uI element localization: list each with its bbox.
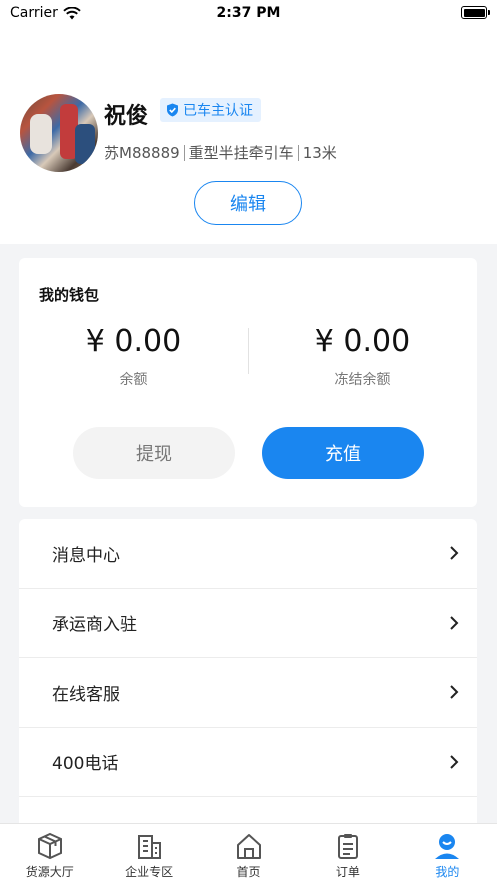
recharge-button[interactable]: 充值 [262, 427, 424, 479]
menu-list: 消息中心 承运商入驻 在线客服 400电话 [19, 519, 477, 823]
user-icon [435, 834, 460, 859]
balance-label: 余额 [119, 372, 148, 388]
menu-item-label: 消息中心 [52, 545, 120, 566]
tab-bar: 货源大厅 企业专区 首页 订单 我的 [0, 823, 497, 883]
menu-item-label: 承运商入驻 [52, 615, 137, 636]
chevron-right-icon [450, 685, 459, 699]
battery-icon [461, 6, 490, 19]
menu-item-label: 400电话 [52, 754, 119, 775]
menu-item-label: 在线客服 [52, 684, 120, 705]
shield-check-icon [167, 103, 178, 117]
withdraw-button[interactable]: 提现 [73, 427, 235, 479]
verified-badge: 已车主认证 [160, 98, 261, 122]
tab-orders[interactable]: 订单 [298, 824, 397, 883]
tab-label: 货源大厅 [25, 865, 74, 879]
menu-item-message-center[interactable]: 消息中心 [19, 519, 477, 589]
tab-label: 订单 [335, 865, 360, 879]
tab-home[interactable]: 首页 [199, 824, 298, 883]
chevron-right-icon [450, 546, 459, 560]
menu-item-hotline[interactable]: 400电话 [19, 728, 477, 797]
tab-mine[interactable]: 我的 [398, 824, 497, 883]
vehicle-type: 重型半挂牵引车 [188, 144, 294, 162]
divider [183, 144, 185, 161]
vehicle-length: 13米 [302, 144, 337, 162]
user-name: 祝俊 [104, 104, 149, 129]
frozen-column: ¥ 0.00 冻结余额 [248, 324, 477, 389]
menu-item-online-service[interactable]: 在线客服 [19, 658, 477, 728]
edit-button[interactable]: 编辑 [194, 181, 302, 225]
menu-item-carrier-join[interactable]: 承运商入驻 [19, 589, 477, 658]
tab-cargo-hall[interactable]: 货源大厅 [0, 824, 99, 883]
tab-label: 我的 [435, 865, 460, 879]
avatar[interactable] [20, 94, 98, 172]
frozen-amount: ¥ 0.00 [314, 324, 411, 359]
tab-label: 首页 [236, 865, 261, 879]
divider [297, 144, 299, 161]
balance-amount: ¥ 0.00 [85, 324, 182, 359]
status-time: 2:37 PM [216, 5, 281, 21]
wallet-title: 我的钱包 [39, 286, 100, 304]
box-icon [37, 832, 62, 860]
home-icon [236, 834, 261, 859]
wallet-card: 我的钱包 ¥ 0.00 余额 ¥ 0.00 冻结余额 提现 充值 [19, 258, 477, 507]
plate-number: 苏M88889 [104, 144, 180, 162]
tab-enterprise[interactable]: 企业专区 [99, 824, 198, 883]
tab-label: 企业专区 [125, 865, 174, 879]
status-bar: Carrier 2:37 PM [0, 0, 497, 26]
frozen-label: 冻结余额 [334, 372, 391, 388]
profile-header: 祝俊 已车主认证 苏M88889 重型半挂牵引车 13米 编辑 [0, 26, 497, 244]
chevron-right-icon [450, 616, 459, 630]
chevron-right-icon [450, 755, 459, 769]
verified-badge-label: 已车主认证 [183, 103, 253, 119]
vehicle-info: 苏M88889 重型半挂牵引车 13米 [104, 142, 337, 163]
balance-column: ¥ 0.00 余额 [19, 324, 248, 389]
building-icon [138, 835, 162, 859]
clipboard-icon [337, 834, 358, 859]
